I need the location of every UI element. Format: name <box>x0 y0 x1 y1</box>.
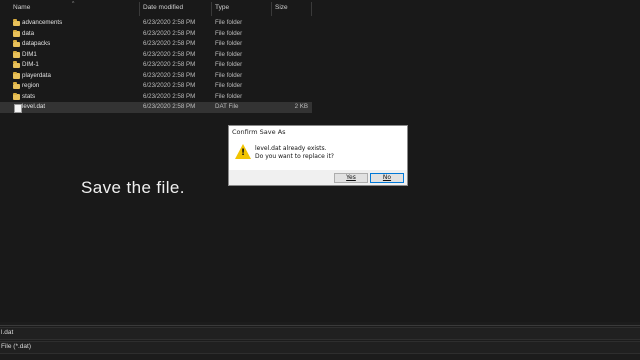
folder-icon <box>13 40 20 47</box>
column-header-type[interactable]: Type <box>215 4 229 11</box>
file-row[interactable]: stats 6/23/2020 2:58 PM File folder <box>0 92 312 103</box>
folder-icon <box>13 82 20 89</box>
filetype-value: File (*.dat) <box>1 343 31 350</box>
file-name: DIM1 <box>22 50 37 58</box>
yes-button-label: Yes <box>346 174 356 181</box>
file-type: DAT File <box>215 103 239 110</box>
file-type: File folder <box>215 40 243 47</box>
folder-icon <box>13 92 20 100</box>
dialog-message-line1: level.dat already exists. <box>255 145 327 152</box>
filename-input[interactable]: l.dat <box>0 327 640 340</box>
file-size: 2 KB <box>294 103 308 110</box>
yes-button[interactable]: Yes <box>334 173 368 183</box>
file-type: File folder <box>215 19 243 26</box>
file-date: 6/23/2020 2:58 PM <box>143 82 196 89</box>
file-date: 6/23/2020 2:58 PM <box>143 92 196 100</box>
file-type: File folder <box>215 82 243 89</box>
file-row[interactable]: advancements 6/23/2020 2:58 PM File fold… <box>0 18 312 29</box>
file-row[interactable]: datapacks 6/23/2020 2:58 PM File folder <box>0 39 312 50</box>
confirm-save-dialog: Confirm Save As ! level.dat already exis… <box>228 125 408 186</box>
column-separator[interactable] <box>311 2 312 16</box>
file-name: DIM-1 <box>22 61 39 68</box>
file-row-selected[interactable]: level.dat 6/23/2020 2:58 PM DAT File 2 K… <box>0 102 312 113</box>
file-icon <box>14 103 22 113</box>
file-row[interactable]: region 6/23/2020 2:58 PM File folder <box>0 81 312 92</box>
folder-icon <box>13 29 20 37</box>
file-row[interactable]: data 6/23/2020 2:58 PM File folder <box>0 29 312 40</box>
no-button[interactable]: No <box>370 173 404 183</box>
file-name: level.dat <box>22 103 46 110</box>
file-date: 6/23/2020 2:58 PM <box>143 71 196 79</box>
folder-icon <box>13 61 20 68</box>
warning-icon: ! <box>235 144 251 159</box>
file-name: region <box>22 82 40 89</box>
file-date: 6/23/2020 2:58 PM <box>143 103 196 110</box>
file-type: File folder <box>215 71 243 79</box>
column-header-name[interactable]: Name <box>13 4 30 11</box>
file-type: File folder <box>215 50 243 58</box>
file-row[interactable]: playerdata 6/23/2020 2:58 PM File folder <box>0 71 312 82</box>
file-row[interactable]: DIM-1 6/23/2020 2:58 PM File folder <box>0 60 312 71</box>
column-header-size[interactable]: Size <box>275 4 288 11</box>
column-header-date[interactable]: Date modified <box>143 4 183 11</box>
file-name: advancements <box>22 19 63 26</box>
file-type: File folder <box>215 92 243 100</box>
dialog-titlebar[interactable]: Confirm Save As <box>229 126 407 138</box>
dialog-body: ! level.dat already exists. Do you want … <box>229 138 407 170</box>
column-header-bar: ^ Name Date modified Type Size <box>0 0 312 16</box>
filetype-select[interactable]: File (*.dat) <box>0 341 640 354</box>
file-date: 6/23/2020 2:58 PM <box>143 19 196 26</box>
dialog-message-line2: Do you want to replace it? <box>255 153 334 160</box>
file-type: File folder <box>215 29 243 37</box>
no-button-label: No <box>382 174 392 181</box>
file-name: data <box>22 29 35 37</box>
file-date: 6/23/2020 2:58 PM <box>143 61 196 68</box>
sort-caret-icon: ^ <box>72 1 75 7</box>
dialog-footer: Yes No <box>229 170 407 185</box>
file-name: playerdata <box>22 71 51 79</box>
column-separator[interactable] <box>139 2 140 16</box>
column-separator[interactable] <box>211 2 212 16</box>
filename-value: l.dat <box>1 329 14 336</box>
file-name: datapacks <box>22 40 51 47</box>
folder-icon <box>13 19 20 26</box>
dialog-title: Confirm Save As <box>232 128 286 136</box>
column-separator[interactable] <box>271 2 272 16</box>
file-row[interactable]: DIM1 6/23/2020 2:58 PM File folder <box>0 50 312 61</box>
file-date: 6/23/2020 2:58 PM <box>143 29 196 37</box>
overlay-caption: Save the file. <box>81 178 185 197</box>
folder-icon <box>13 71 20 79</box>
file-type: File folder <box>215 61 243 68</box>
file-date: 6/23/2020 2:58 PM <box>143 50 196 58</box>
divider <box>0 325 640 326</box>
file-name: stats <box>22 92 36 100</box>
file-date: 6/23/2020 2:58 PM <box>143 40 196 47</box>
folder-icon <box>13 50 20 58</box>
